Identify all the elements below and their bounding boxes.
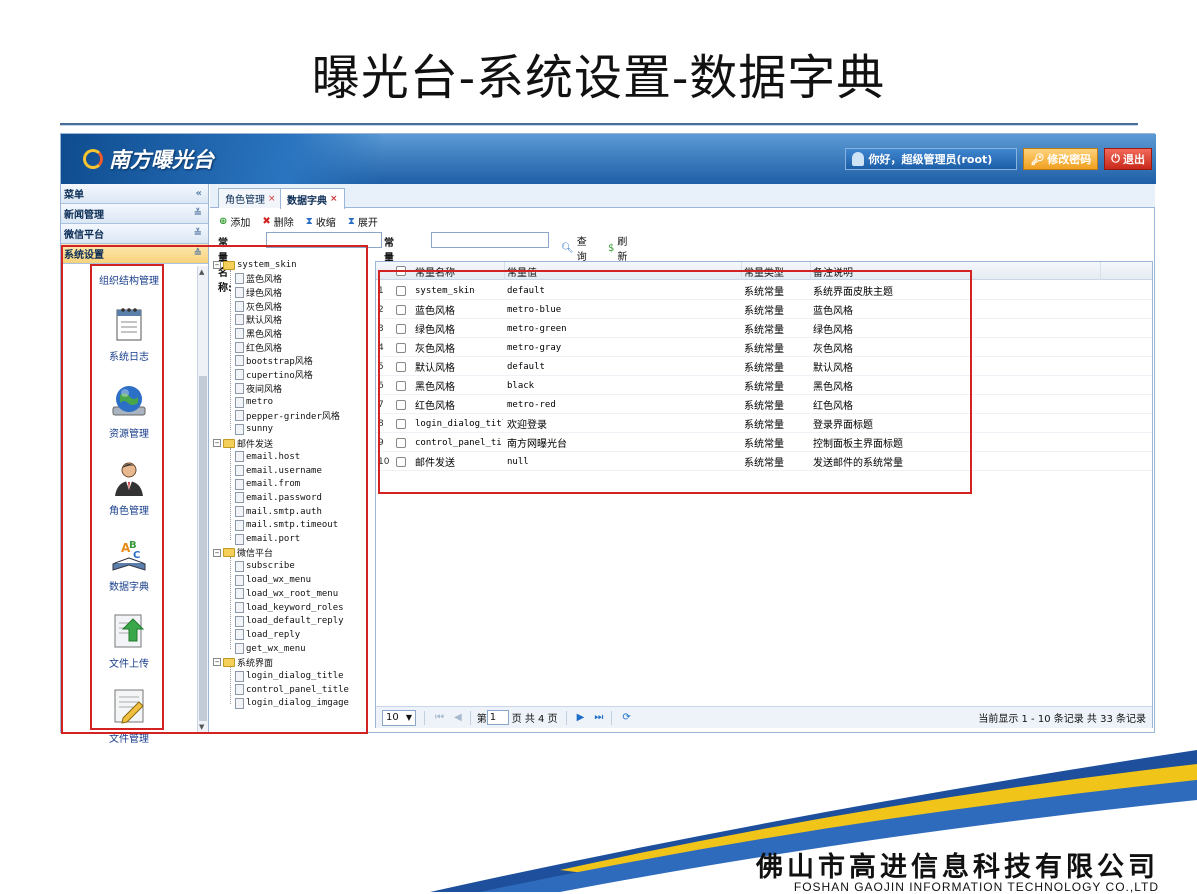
sidebar-group-news[interactable]: 新闻管理 ≚	[61, 204, 208, 224]
toolbar: ⊕ 添加 ✖ 删除 ⧗ 收缩 ⧗ 展开	[219, 212, 378, 230]
close-icon[interactable]: ×	[268, 194, 276, 204]
app-logo: 南方曝光台	[83, 144, 214, 174]
first-page-icon[interactable]: ⏮	[435, 712, 444, 723]
power-icon: ⏻	[1111, 152, 1120, 165]
page-size-select[interactable]: 10 ▼	[382, 709, 416, 726]
company-name-cn: 佛山市高进信息科技有限公司	[756, 852, 1159, 883]
highlight-box-table	[378, 270, 972, 494]
logo-icon	[83, 149, 103, 169]
tab-data-dictionary[interactable]: 数据字典 ×	[280, 188, 345, 209]
tab-bar: 角色管理 × 数据字典 ×	[210, 184, 1155, 209]
collapse-sidebar-icon[interactable]: «	[196, 188, 202, 199]
chevron-down-icon: ≚	[193, 228, 202, 239]
dropdown-arrow-icon: ▼	[405, 713, 412, 722]
change-password-button[interactable]: 🔑︎ 修改密码	[1023, 148, 1099, 170]
expand-button[interactable]: ⧗ 展开	[348, 214, 378, 229]
pager-summary: 当前显示 1 - 10 条记录 共 33 条记录	[978, 714, 1146, 725]
tab-role-management[interactable]: 角色管理 ×	[218, 188, 283, 208]
query-button[interactable]: 🔍︎ 查询	[561, 233, 587, 263]
pagination-bar: 10 ▼ ⏮ ◀ 第 1 页 共 4 页 ▶ ⏭ ⟳ 当前显示 1 - 10 条…	[376, 706, 1152, 728]
highlight-box-sidebar	[90, 264, 164, 730]
title-divider	[60, 123, 1138, 126]
logo-text: 南方曝光台	[109, 148, 214, 172]
refresh-button[interactable]: $ 刷新	[608, 233, 627, 263]
chevron-down-icon: ≚	[193, 208, 202, 219]
company-signature: 佛山市高进信息科技有限公司 FOSHAN GAOJIN INFORMATION …	[756, 845, 1159, 894]
delete-icon: ✖	[262, 215, 271, 227]
logout-button[interactable]: ⏻ 退出	[1104, 148, 1152, 170]
prev-page-icon[interactable]: ◀	[454, 712, 462, 723]
reload-icon[interactable]: ⟳	[622, 712, 630, 723]
hourglass-icon: ⧗	[347, 215, 355, 227]
slide-title: 曝光台-系统设置-数据字典	[311, 50, 886, 106]
user-greeting: 你好，超级管理员(root)	[845, 148, 1018, 170]
constant-content-input[interactable]	[431, 232, 549, 248]
page-number-input[interactable]: 1	[486, 710, 509, 725]
app-header: 南方曝光台 你好，超级管理员(root) 🔑︎ 修改密码 ⏻ 退出	[61, 134, 1156, 184]
search-icon: 🔍︎	[561, 242, 574, 254]
add-icon: ⊕	[219, 215, 228, 227]
refresh-icon: $	[608, 242, 615, 254]
user-icon	[852, 152, 865, 166]
delete-button[interactable]: ✖ 删除	[262, 214, 293, 229]
next-page-icon[interactable]: ▶	[577, 712, 585, 723]
sidebar-menu-title[interactable]: 菜单 «	[61, 184, 208, 204]
key-icon: 🔑︎	[1030, 152, 1045, 166]
collapse-button[interactable]: ⧗ 收缩	[306, 214, 336, 229]
add-button[interactable]: ⊕ 添加	[219, 214, 250, 229]
sidebar-group-wechat[interactable]: 微信平台 ≚	[61, 224, 208, 244]
close-icon[interactable]: ×	[330, 194, 338, 204]
last-page-icon[interactable]: ⏭	[594, 712, 603, 723]
hourglass-icon: ⧗	[305, 215, 313, 227]
